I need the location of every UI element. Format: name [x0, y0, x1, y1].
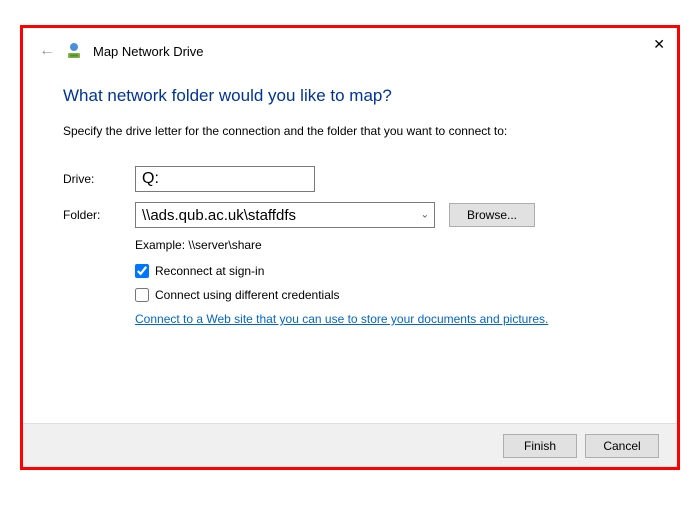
folder-input[interactable]: [135, 202, 435, 228]
folder-label: Folder:: [63, 208, 135, 222]
drive-select[interactable]: [135, 166, 315, 192]
back-arrow-icon: ←: [39, 42, 55, 59]
finish-button[interactable]: Finish: [503, 434, 577, 458]
drive-label: Drive:: [63, 172, 135, 186]
connect-website-link[interactable]: Connect to a Web site that you can use t…: [135, 312, 548, 326]
reconnect-checkbox[interactable]: [135, 264, 149, 278]
web-link-row: Connect to a Web site that you can use t…: [135, 312, 637, 326]
dialog-content: What network folder would you like to ma…: [23, 68, 677, 336]
close-icon: ✕: [653, 36, 665, 52]
network-drive-icon: [65, 42, 83, 60]
reconnect-row: Reconnect at sign-in: [135, 264, 637, 278]
window-title: Map Network Drive: [93, 44, 204, 59]
diff-creds-row: Connect using different credentials: [135, 288, 637, 302]
diff-creds-label: Connect using different credentials: [155, 288, 340, 302]
browse-button[interactable]: Browse...: [449, 203, 535, 227]
main-heading: What network folder would you like to ma…: [63, 86, 637, 106]
dialog-footer: Finish Cancel: [23, 423, 677, 467]
drive-row: Drive:: [63, 166, 637, 192]
reconnect-label: Reconnect at sign-in: [155, 264, 264, 278]
dialog-window: ✕ ← Map Network Drive What network folde…: [20, 25, 680, 470]
example-text: Example: \\server\share: [135, 238, 637, 252]
instruction-text: Specify the drive letter for the connect…: [63, 124, 637, 138]
back-button[interactable]: ←: [39, 42, 55, 60]
diff-creds-checkbox[interactable]: [135, 288, 149, 302]
dialog-header: ← Map Network Drive: [23, 28, 677, 68]
cancel-button[interactable]: Cancel: [585, 434, 659, 458]
folder-row: Folder: ⌄ Browse...: [63, 202, 637, 228]
close-button[interactable]: ✕: [653, 36, 665, 53]
